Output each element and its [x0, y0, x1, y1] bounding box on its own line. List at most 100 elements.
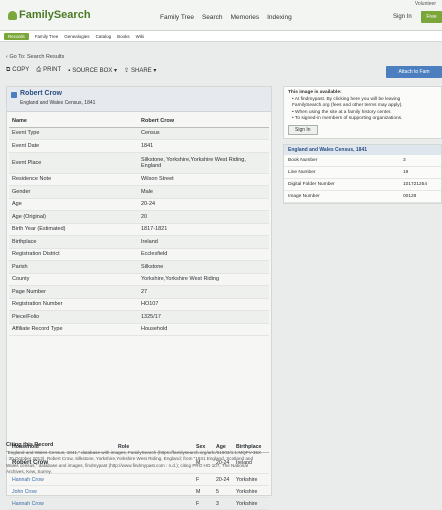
subnav-books[interactable]: Books	[117, 34, 130, 39]
fact-row: Residence Note Wilson Street	[9, 173, 269, 186]
citation-text: "England and Wales Census, 1841," databa…	[6, 450, 262, 474]
household-birthplace: Yorkshire	[233, 473, 269, 486]
copy-button[interactable]: ⧉ COPY	[6, 67, 29, 74]
sign-in-link[interactable]: Sign In	[393, 14, 412, 20]
detail-label: Digital Folder Number	[288, 182, 335, 188]
fact-value: Male	[138, 185, 269, 199]
fact-row: Age (Original) 20	[9, 210, 269, 224]
detail-value: 19	[403, 170, 409, 176]
household-name: Hannah Crow	[9, 497, 115, 510]
share-label: SHARE ▾	[130, 68, 157, 74]
household-row[interactable]: John Crow M 5 Yorkshire	[9, 485, 269, 498]
volunteer-link[interactable]: Volunteer	[415, 1, 436, 7]
detail-label: Book Number	[288, 158, 318, 164]
fact-value: Wilson Street	[138, 173, 269, 186]
copy-label: COPY	[12, 67, 30, 73]
subnav-records[interactable]: Records	[4, 32, 29, 40]
detail-value: 101721254	[403, 182, 428, 188]
name-value: Robert Crow	[138, 115, 269, 128]
fact-row: County Yorkshire,Yorkshire West Riding	[9, 273, 269, 286]
record-card-header: Robert Crow England and Wales Census, 18…	[7, 87, 271, 112]
subnav-wiki[interactable]: Wiki	[136, 34, 145, 39]
household-member-link[interactable]: John Crow	[12, 489, 37, 495]
household-age: 5	[213, 485, 233, 498]
fact-label: Event Place	[9, 152, 138, 174]
fact-value: Yorkshire,Yorkshire West Riding	[138, 273, 269, 286]
fact-value: 20-24	[138, 198, 269, 211]
fact-label: Registration Number	[9, 298, 138, 311]
detail-label: Line Number	[288, 170, 316, 176]
availability-title: This image is available:	[288, 90, 342, 95]
fact-value: 1841	[138, 139, 269, 153]
detail-label: Image Number	[288, 194, 320, 200]
fact-label: Event Type	[9, 127, 138, 140]
household-role	[115, 497, 193, 510]
fact-value: 1325/17	[138, 310, 269, 324]
record-title: Robert Crow	[20, 90, 62, 97]
fact-value: Ireland	[138, 235, 269, 249]
fact-row: Birth Year (Estimated) 1817-1821	[9, 223, 269, 236]
collection-detail-row: Digital Folder Number 101721254	[284, 179, 441, 192]
availability-item[interactable]: • At findmypast. By clicking here you wi…	[288, 97, 437, 109]
household-member-link[interactable]: Hannah Crow	[12, 501, 44, 507]
print-button[interactable]: ⎙ PRINT	[36, 67, 61, 74]
household-name: John Crow	[9, 485, 115, 498]
nav-family-tree[interactable]: Family Tree	[160, 14, 194, 21]
fact-value: 27	[138, 285, 269, 299]
household-row[interactable]: Hannah Crow F 20-24 Yorkshire	[9, 473, 269, 486]
fact-value: Ecclesfield	[138, 248, 269, 261]
fact-label: Affiliate Record Type	[9, 323, 138, 336]
subnav-catalog[interactable]: Catalog	[96, 34, 112, 39]
logo-text: FamilySearch	[19, 9, 91, 21]
fact-row: Age 20-24	[9, 198, 269, 211]
household-role	[115, 485, 193, 498]
attach-to-family-tree-button[interactable]: Attach to Fam	[386, 66, 442, 78]
right-sidebar: This image is available: • At findmypast…	[283, 86, 442, 205]
collection-detail-row: Line Number 19	[284, 167, 441, 180]
nav-indexing[interactable]: Indexing	[267, 14, 292, 21]
fact-value: Silkstone, Yorkshire,Yorkshire West Ridi…	[138, 152, 269, 174]
fact-label: Registration District	[9, 248, 138, 261]
fact-row: Event Date 1841	[9, 139, 269, 153]
print-icon: ⎙	[36, 67, 42, 73]
breadcrumb[interactable]: ‹ Go To: Search Results	[6, 54, 64, 60]
household-role	[115, 473, 193, 486]
sub-nav: Records Family Tree Genealogies Catalog …	[0, 31, 442, 42]
fact-label: Birthplace	[9, 235, 138, 249]
source-box-icon: ▪	[68, 68, 71, 74]
collection-detail-row: Book Number 3	[284, 155, 441, 168]
name-label: Name	[9, 115, 138, 128]
fact-row: Parish Silkstone	[9, 260, 269, 274]
fact-label: Birth Year (Estimated)	[9, 223, 138, 236]
fact-value: 20	[138, 210, 269, 224]
subnav-family-tree[interactable]: Family Tree	[35, 34, 59, 39]
household-sex: F	[193, 473, 213, 486]
record-collection: England and Wales Census, 1841	[20, 100, 96, 106]
familysearch-logo[interactable]: FamilySearch	[8, 9, 91, 21]
household-row[interactable]: Hannah Crow F 3 Yorkshire	[9, 497, 269, 510]
nav-memories[interactable]: Memories	[231, 14, 260, 21]
detail-value: 3	[403, 158, 406, 164]
record-toolbar: ⧉ COPY ⎙ PRINT ▪ SOURCE BOX ▾ ⇪ SHARE ▾	[6, 67, 156, 74]
sidebar-sign-in-button[interactable]: Sign In	[288, 125, 318, 136]
fact-row: Affiliate Record Type Household	[9, 323, 269, 336]
collection-details-title[interactable]: England and Wales Census, 1841	[284, 145, 441, 156]
subnav-genealogies[interactable]: Genealogies	[64, 34, 89, 39]
share-button[interactable]: ⇪ SHARE ▾	[124, 67, 156, 74]
image-availability-box: This image is available: • At findmypast…	[283, 86, 442, 140]
main-nav: Family Tree Search Memories Indexing	[160, 14, 292, 21]
tree-logo-icon	[8, 10, 17, 20]
household-member-link[interactable]: Hannah Crow	[12, 477, 44, 483]
household-sex: F	[193, 497, 213, 510]
fact-value: HO107	[138, 298, 269, 311]
detail-value: 00128	[403, 194, 417, 200]
fact-row: Birthplace Ireland	[9, 235, 269, 249]
fact-label: Residence Note	[9, 173, 138, 186]
source-box-button[interactable]: ▪ SOURCE BOX ▾	[68, 67, 117, 74]
nav-search[interactable]: Search	[202, 14, 223, 21]
citation-title: Citing this Record	[6, 442, 54, 448]
household-name: Hannah Crow	[9, 473, 115, 486]
household-age: 3	[213, 497, 233, 510]
availability-item: • To signed-in members of supporting org…	[292, 115, 403, 121]
free-account-button[interactable]: Free	[421, 11, 442, 23]
